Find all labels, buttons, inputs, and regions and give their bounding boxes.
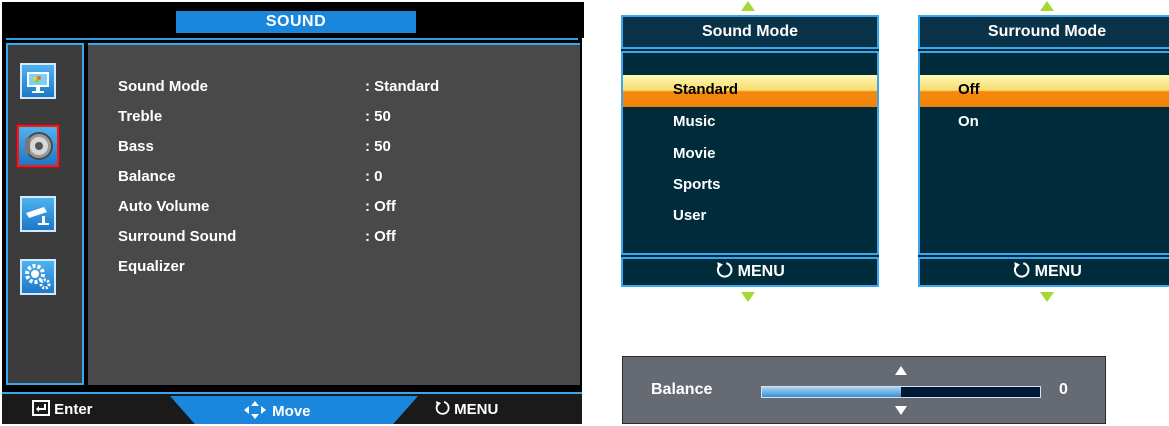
option-sports[interactable]: Sports — [623, 170, 877, 202]
balance-row[interactable]: Balance : 0 — [118, 165, 578, 189]
menu-footer: Enter Move MENU — [2, 392, 582, 424]
menu-hint: MENU — [434, 400, 498, 420]
option-music[interactable]: Music — [623, 107, 877, 139]
surround-sound-row[interactable]: Surround Sound : Off — [118, 225, 578, 249]
enter-icon — [32, 400, 50, 416]
row-label: Auto Volume — [118, 198, 210, 215]
sound-mode-options: Standard Music Movie Sports User — [621, 51, 879, 255]
option-on[interactable]: On — [920, 107, 1169, 139]
row-value: : 0 — [365, 168, 383, 185]
row-value: : Off — [365, 198, 396, 215]
row-label: Balance — [118, 168, 176, 185]
option-off[interactable]: Off — [920, 75, 1169, 107]
menu-label: MENU — [1034, 263, 1082, 280]
balance-slider-track[interactable] — [761, 386, 1041, 398]
balance-slider-panel: Balance 0 — [622, 356, 1106, 424]
move-arrows-icon — [244, 401, 266, 419]
category-sidebar — [6, 43, 84, 385]
row-label: Sound Mode — [118, 78, 208, 95]
auto-volume-row[interactable]: Auto Volume : Off — [118, 195, 578, 219]
menu-title: SOUND — [176, 11, 416, 33]
scroll-up-arrow-icon[interactable] — [1040, 1, 1054, 11]
move-hint: Move — [242, 400, 311, 422]
balance-value: 0 — [1059, 381, 1068, 398]
row-value: : 50 — [365, 108, 391, 125]
menu-label: MENU — [454, 401, 499, 418]
scroll-down-arrow-icon[interactable] — [741, 292, 755, 302]
row-label: Surround Sound — [118, 228, 237, 245]
camera-icon[interactable] — [20, 196, 56, 232]
surround-mode-menu: Surround Mode Off On MENU — [918, 15, 1169, 287]
settings-list: Sound Mode : Standard Treble : 50 Bass :… — [88, 43, 580, 385]
balance-slider-fill — [762, 387, 901, 397]
enter-hint: Enter — [32, 400, 93, 420]
move-label: Move — [272, 403, 311, 420]
menu-title-bar: SOUND — [2, 2, 584, 38]
return-icon — [1014, 262, 1030, 278]
surround-mode-options: Off On — [918, 51, 1169, 255]
increase-arrow-icon[interactable] — [894, 365, 908, 376]
menu-label: MENU — [737, 263, 785, 280]
row-label: Treble — [118, 108, 163, 125]
return-icon — [435, 401, 450, 415]
option-standard[interactable]: Standard — [623, 75, 877, 107]
return-icon — [717, 262, 733, 278]
sound-mode-footer[interactable]: MENU — [621, 257, 879, 287]
balance-label: Balance — [651, 381, 713, 398]
scroll-up-arrow-icon[interactable] — [741, 1, 755, 11]
row-value: : Off — [365, 228, 396, 245]
picture-icon[interactable] — [20, 63, 56, 99]
scroll-down-arrow-icon[interactable] — [1040, 292, 1054, 302]
option-movie[interactable]: Movie — [623, 139, 877, 171]
surround-mode-footer[interactable]: MENU — [918, 257, 1169, 287]
surround-mode-title: Surround Mode — [918, 15, 1169, 49]
option-user[interactable]: User — [623, 201, 877, 233]
enter-label: Enter — [54, 401, 93, 418]
sound-mode-row[interactable]: Sound Mode : Standard — [118, 75, 578, 99]
row-value: : 50 — [365, 138, 391, 155]
equalizer-row[interactable]: Equalizer — [118, 255, 578, 279]
decrease-arrow-icon[interactable] — [894, 405, 908, 416]
bass-row[interactable]: Bass : 50 — [118, 135, 578, 159]
row-label: Equalizer — [118, 258, 185, 275]
sound-menu: SOUND Sound Mode: Standard Treble: 50 … — [2, 2, 584, 424]
sound-mode-menu: Sound Mode Standard Music Movie Sports U… — [621, 15, 879, 287]
sound-mode-title: Sound Mode — [621, 15, 879, 49]
speaker-icon[interactable] — [17, 125, 59, 167]
title-divider — [6, 38, 578, 40]
row-label: Bass — [118, 138, 154, 155]
settings-gears-icon[interactable] — [20, 259, 56, 295]
row-value: : Standard — [365, 78, 440, 95]
treble-row[interactable]: Treble : 50 — [118, 105, 578, 129]
